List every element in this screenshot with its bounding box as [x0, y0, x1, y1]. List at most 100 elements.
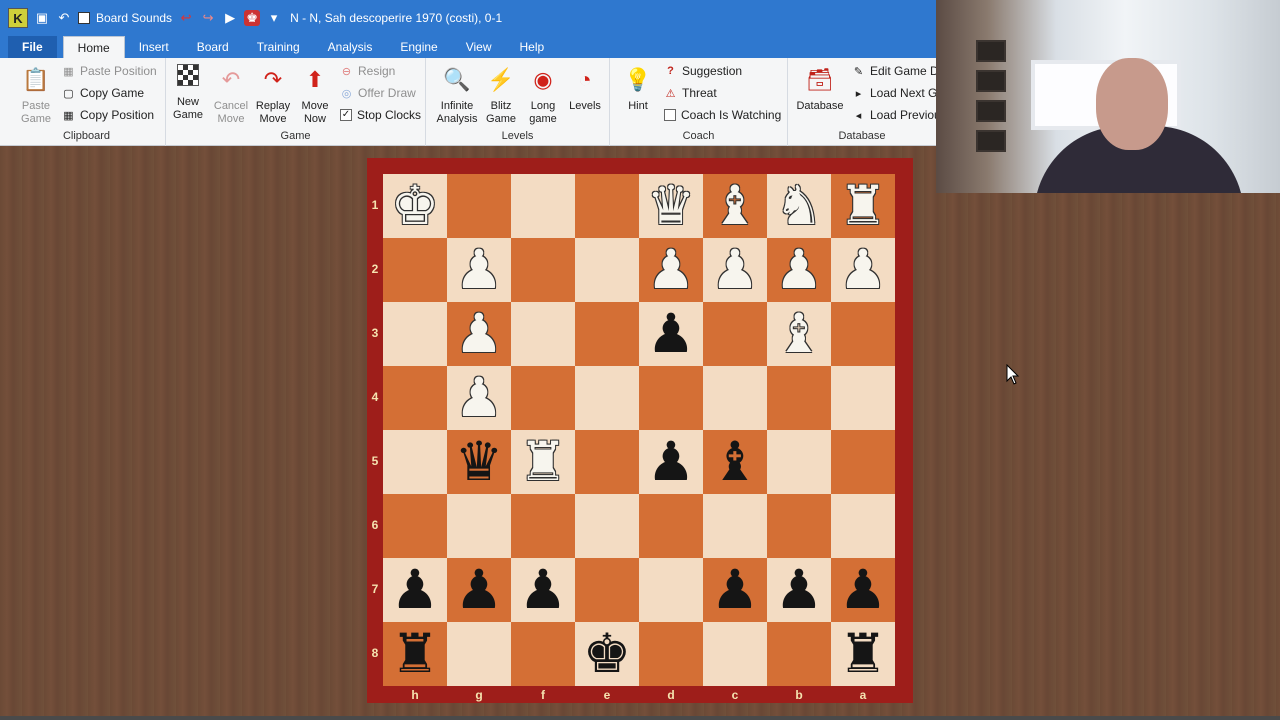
square-d8[interactable] — [639, 622, 703, 686]
black-bishop-icon[interactable]: ♝ — [703, 430, 767, 494]
load-next-game-button[interactable]: ▸ Load Next Ga — [852, 83, 944, 103]
hint-button[interactable]: 💡 Hint — [616, 64, 660, 113]
long-game-button[interactable]: ◉ Long game — [521, 64, 565, 126]
square-d4[interactable] — [639, 366, 703, 430]
engine-icon[interactable]: ♚ — [244, 10, 261, 26]
black-rook-icon[interactable]: ♜ — [831, 622, 895, 686]
copy-game-button[interactable]: ▢ Copy Game — [62, 83, 144, 103]
paste-position-button[interactable]: ▦ Paste Position — [62, 61, 156, 81]
coach-watching-checkbox[interactable]: Coach Is Watching — [664, 105, 781, 125]
replay-move-button[interactable]: ↷ Replay Move — [251, 64, 295, 126]
square-e3[interactable] — [575, 302, 639, 366]
square-e8[interactable]: ♚ — [575, 622, 639, 686]
black-pawn-icon[interactable]: ♟ — [639, 430, 703, 494]
tab-help[interactable]: Help — [506, 36, 559, 58]
square-g6[interactable] — [447, 494, 511, 558]
app-logo-icon[interactable]: K — [8, 8, 28, 28]
square-e5[interactable] — [575, 430, 639, 494]
square-b1[interactable]: ♞ — [767, 174, 831, 238]
tab-file[interactable]: File — [8, 36, 57, 58]
square-a3[interactable] — [831, 302, 895, 366]
square-b3[interactable]: ♝ — [767, 302, 831, 366]
tab-training[interactable]: Training — [243, 36, 314, 58]
resign-button[interactable]: ⊖ Resign — [340, 61, 395, 81]
black-queen-icon[interactable]: ♛ — [447, 430, 511, 494]
cancel-move-button[interactable]: ↶ Cancel Move — [209, 64, 253, 126]
square-h7[interactable]: ♟ — [383, 558, 447, 622]
square-a7[interactable]: ♟ — [831, 558, 895, 622]
square-c6[interactable] — [703, 494, 767, 558]
square-b7[interactable]: ♟ — [767, 558, 831, 622]
tab-view[interactable]: View — [452, 36, 506, 58]
square-c5[interactable]: ♝ — [703, 430, 767, 494]
square-h3[interactable] — [383, 302, 447, 366]
tab-board[interactable]: Board — [183, 36, 243, 58]
square-h5[interactable] — [383, 430, 447, 494]
square-a2[interactable]: ♟ — [831, 238, 895, 302]
move-now-button[interactable]: ⬆ Move Now — [293, 64, 337, 126]
blitz-game-button[interactable]: ⚡ Blitz Game — [479, 64, 523, 126]
white-bishop-icon[interactable]: ♝ — [767, 302, 831, 366]
square-f5[interactable]: ♜ — [511, 430, 575, 494]
square-d7[interactable] — [639, 558, 703, 622]
black-pawn-icon[interactable]: ♟ — [511, 558, 575, 622]
square-b4[interactable] — [767, 366, 831, 430]
square-h2[interactable] — [383, 238, 447, 302]
square-h4[interactable] — [383, 366, 447, 430]
square-f8[interactable] — [511, 622, 575, 686]
square-h8[interactable]: ♜ — [383, 622, 447, 686]
play-icon[interactable]: ▶ — [222, 10, 238, 26]
white-queen-icon[interactable]: ♛ — [639, 174, 703, 238]
square-h1[interactable]: ♚ — [383, 174, 447, 238]
square-b6[interactable] — [767, 494, 831, 558]
square-f4[interactable] — [511, 366, 575, 430]
undo-icon[interactable]: ↶ — [56, 10, 72, 26]
square-c1[interactable]: ♝ — [703, 174, 767, 238]
white-pawn-icon[interactable]: ♟ — [447, 302, 511, 366]
save-icon[interactable]: ▣ — [34, 10, 50, 26]
square-c2[interactable]: ♟ — [703, 238, 767, 302]
stop-clocks-checkbox[interactable]: ✓ Stop Clocks — [340, 105, 421, 125]
threat-button[interactable]: ⚠ Threat — [664, 83, 717, 103]
square-d2[interactable]: ♟ — [639, 238, 703, 302]
white-knight-icon[interactable]: ♞ — [767, 174, 831, 238]
customize-dropdown-icon[interactable]: ▾ — [266, 10, 282, 26]
tab-home[interactable]: Home — [62, 36, 125, 58]
white-pawn-icon[interactable]: ♟ — [831, 238, 895, 302]
square-f1[interactable] — [511, 174, 575, 238]
square-g1[interactable] — [447, 174, 511, 238]
square-a6[interactable] — [831, 494, 895, 558]
black-king-icon[interactable]: ♚ — [575, 622, 639, 686]
database-button[interactable]: 🗃 Database — [796, 64, 844, 113]
square-f6[interactable] — [511, 494, 575, 558]
square-d5[interactable]: ♟ — [639, 430, 703, 494]
copy-position-button[interactable]: ▦ Copy Position — [62, 105, 154, 125]
square-e2[interactable] — [575, 238, 639, 302]
black-pawn-icon[interactable]: ♟ — [703, 558, 767, 622]
square-c8[interactable] — [703, 622, 767, 686]
square-f3[interactable] — [511, 302, 575, 366]
back-arrow-icon[interactable]: ↩ — [178, 10, 194, 26]
load-previous-game-button[interactable]: ◂ Load Previou — [852, 105, 941, 125]
black-pawn-icon[interactable]: ♟ — [767, 558, 831, 622]
square-e1[interactable] — [575, 174, 639, 238]
square-h6[interactable] — [383, 494, 447, 558]
square-g4[interactable]: ♟ — [447, 366, 511, 430]
square-e7[interactable] — [575, 558, 639, 622]
white-pawn-icon[interactable]: ♟ — [639, 238, 703, 302]
black-rook-icon[interactable]: ♜ — [383, 622, 447, 686]
black-pawn-icon[interactable]: ♟ — [639, 302, 703, 366]
square-a1[interactable]: ♜ — [831, 174, 895, 238]
square-a8[interactable]: ♜ — [831, 622, 895, 686]
black-pawn-icon[interactable]: ♟ — [383, 558, 447, 622]
square-b2[interactable]: ♟ — [767, 238, 831, 302]
tab-engine[interactable]: Engine — [386, 36, 451, 58]
white-bishop-icon[interactable]: ♝ — [703, 174, 767, 238]
white-rook-icon[interactable]: ♜ — [511, 430, 575, 494]
forward-arrow-icon[interactable]: ↪ — [200, 10, 216, 26]
square-g7[interactable]: ♟ — [447, 558, 511, 622]
square-c7[interactable]: ♟ — [703, 558, 767, 622]
levels-button[interactable]: ◔ Levels — [563, 64, 607, 113]
black-pawn-icon[interactable]: ♟ — [831, 558, 895, 622]
edit-game-data-button[interactable]: ✎ Edit Game Da — [852, 61, 945, 81]
